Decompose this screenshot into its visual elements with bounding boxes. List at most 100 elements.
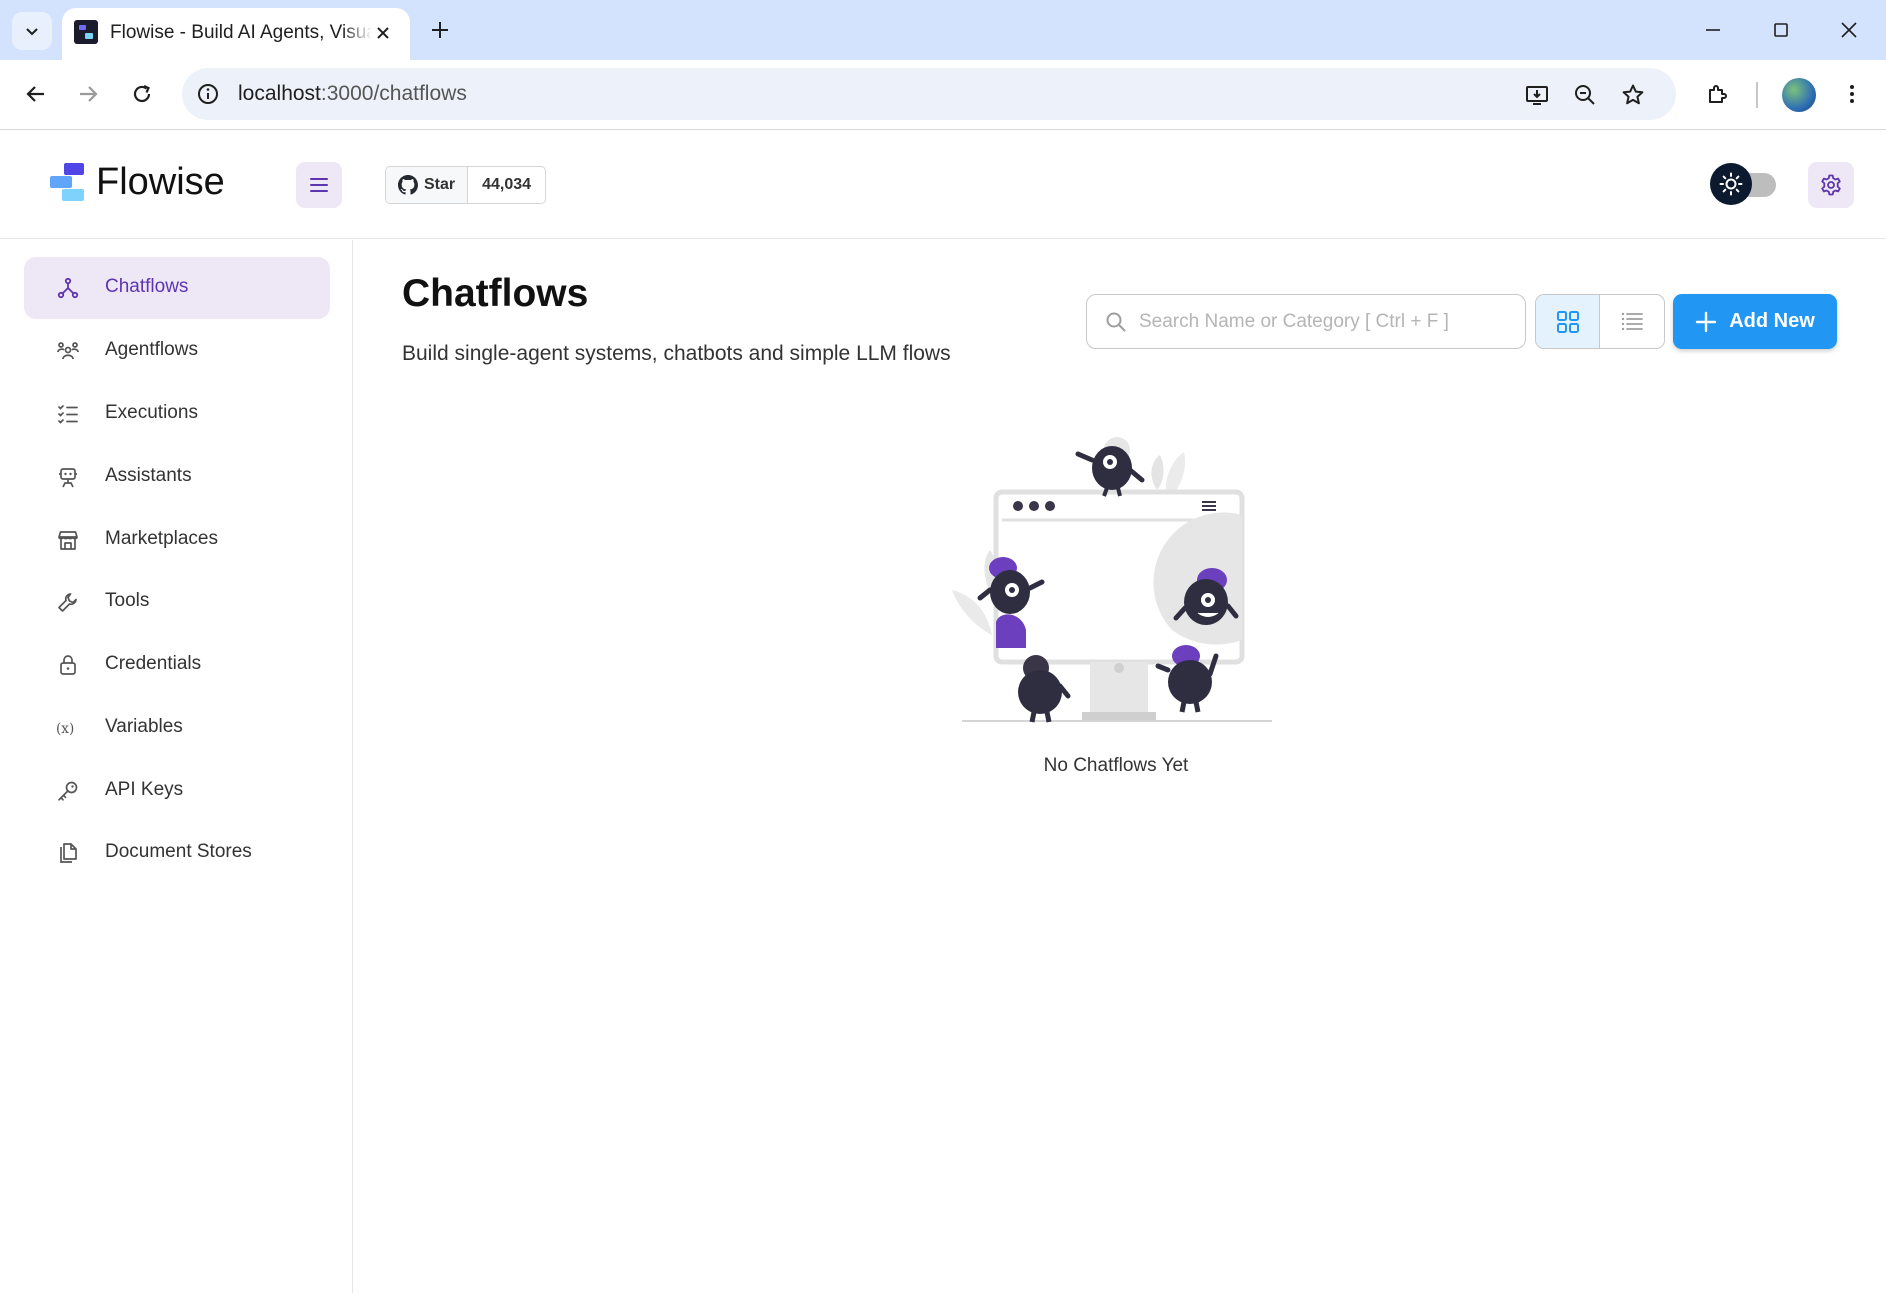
tab-search-button[interactable]	[12, 12, 52, 50]
url-host: localhost	[238, 82, 321, 105]
maximize-icon	[1774, 23, 1788, 37]
key-icon	[56, 779, 80, 803]
sidebar-item-tools[interactable]: Tools	[24, 571, 330, 633]
list-icon	[1621, 312, 1643, 330]
variable-icon: (x)	[56, 716, 80, 740]
sidebar-item-api-keys[interactable]: API Keys	[24, 760, 330, 822]
sidebar-item-label: Document Stores	[105, 841, 252, 862]
svg-text:(x): (x)	[56, 721, 74, 737]
wrench-icon	[56, 590, 80, 614]
maximize-button[interactable]	[1758, 10, 1804, 50]
sun-icon	[1719, 172, 1743, 196]
grid-icon	[1556, 310, 1579, 333]
add-new-label: Add New	[1729, 310, 1815, 332]
grid-view-button[interactable]	[1536, 295, 1600, 348]
app-header: Flowise Star 44,034	[0, 131, 1886, 239]
list-check-icon	[56, 402, 80, 426]
site-info-button[interactable]	[194, 80, 222, 108]
address-bar[interactable]: localhost:3000/chatflows	[182, 68, 1676, 120]
flowise-app: Flowise Star 44,034 Chatflows Agentflows…	[0, 131, 1886, 1293]
brand-name: Flowise	[96, 161, 225, 203]
tab-close-button[interactable]	[370, 20, 396, 46]
star-outline-icon	[1622, 84, 1644, 105]
main-content: Chatflows Build single-agent systems, ch…	[354, 240, 1886, 1293]
extensions-button[interactable]	[1698, 74, 1738, 114]
zoom-out-icon	[1575, 85, 1595, 105]
sidebar: Chatflows Agentflows Executions Assistants M…	[0, 240, 353, 1293]
sidebar-item-chatflows[interactable]: Chatflows	[24, 257, 330, 319]
gear-icon	[1821, 174, 1841, 196]
puzzle-icon	[1709, 85, 1727, 103]
reload-button[interactable]	[122, 74, 162, 114]
plus-icon	[1696, 311, 1717, 332]
flowise-logo-icon	[50, 163, 84, 201]
search-icon	[1106, 312, 1126, 332]
install-app-button[interactable]	[1522, 80, 1552, 110]
lock-icon	[56, 653, 80, 677]
sidebar-item-label: Assistants	[105, 465, 192, 486]
dark-mode-toggle[interactable]	[1710, 161, 1778, 207]
plus-icon	[432, 22, 448, 38]
flowise-favicon-icon	[74, 20, 98, 44]
sidebar-item-assistants[interactable]: Assistants	[24, 446, 330, 508]
github-star-widget[interactable]: Star 44,034	[385, 166, 547, 204]
github-star-button[interactable]: Star	[386, 167, 469, 203]
arrow-left-icon	[26, 86, 44, 102]
install-desktop-icon	[1526, 86, 1548, 105]
window-close-button[interactable]	[1826, 10, 1872, 50]
sidebar-item-label: Tools	[105, 590, 150, 611]
page-subtitle: Build single-agent systems, chatbots and…	[402, 342, 951, 365]
forward-button[interactable]	[68, 74, 108, 114]
more-vertical-icon	[1850, 85, 1854, 103]
minimize-button[interactable]	[1690, 10, 1736, 50]
sidebar-item-label: API Keys	[105, 779, 184, 800]
zoom-button[interactable]	[1570, 80, 1600, 110]
sidebar-item-executions[interactable]: Executions	[24, 383, 330, 445]
store-icon	[56, 528, 80, 552]
profile-avatar[interactable]	[1782, 78, 1816, 112]
github-icon	[398, 175, 418, 195]
minimize-icon	[1706, 29, 1720, 31]
close-icon	[377, 27, 389, 39]
view-toggle	[1535, 294, 1665, 349]
empty-state-text: No Chatflows Yet	[1043, 755, 1189, 776]
back-button[interactable]	[16, 74, 56, 114]
sidebar-item-credentials[interactable]: Credentials	[24, 634, 330, 696]
add-new-button[interactable]: Add New	[1673, 294, 1837, 349]
close-icon	[1841, 22, 1857, 38]
url-text: localhost:3000/chatflows	[238, 82, 467, 106]
sidebar-item-label: Executions	[105, 402, 198, 423]
sidebar-item-marketplaces[interactable]: Marketplaces	[24, 509, 330, 571]
search-input[interactable]	[1139, 307, 1509, 337]
sidebar-item-variables[interactable]: (x) Variables	[24, 697, 330, 759]
sidebar-item-label: Marketplaces	[105, 528, 218, 549]
github-star-count[interactable]: 44,034	[468, 167, 545, 203]
browser-menu-button[interactable]	[1832, 74, 1872, 114]
hamburger-menu-icon	[310, 178, 328, 192]
new-tab-button[interactable]	[424, 14, 456, 46]
arrow-right-icon	[80, 86, 98, 102]
sidebar-item-document-stores[interactable]: Document Stores	[24, 822, 330, 884]
url-path: :3000/chatflows	[320, 82, 467, 105]
files-icon	[56, 841, 80, 865]
toggle-knob	[1710, 163, 1752, 205]
settings-button[interactable]	[1808, 162, 1854, 208]
list-view-button[interactable]	[1600, 295, 1664, 348]
sidebar-toggle-button[interactable]	[296, 162, 342, 208]
sidebar-item-label: Credentials	[105, 653, 202, 674]
empty-state-illustration	[952, 437, 1272, 723]
browser-tab[interactable]: Flowise - Build AI Agents, Visually	[62, 8, 410, 60]
search-field[interactable]	[1086, 294, 1526, 349]
bookmark-button[interactable]	[1618, 80, 1648, 110]
browser-tab-bar: Flowise - Build AI Agents, Visually	[0, 0, 1886, 60]
page-title: Chatflows	[402, 272, 589, 315]
users-group-icon	[56, 339, 80, 363]
sidebar-item-agentflows[interactable]: Agentflows	[24, 320, 330, 382]
github-star-label: Star	[424, 176, 456, 193]
sidebar-item-label: Variables	[105, 716, 183, 737]
robot-icon	[56, 465, 80, 489]
sidebar-item-label: Agentflows	[105, 339, 198, 360]
tab-title: Flowise - Build AI Agents, Visually	[110, 22, 372, 44]
info-icon	[198, 84, 218, 104]
toolbar-divider	[1756, 82, 1758, 108]
